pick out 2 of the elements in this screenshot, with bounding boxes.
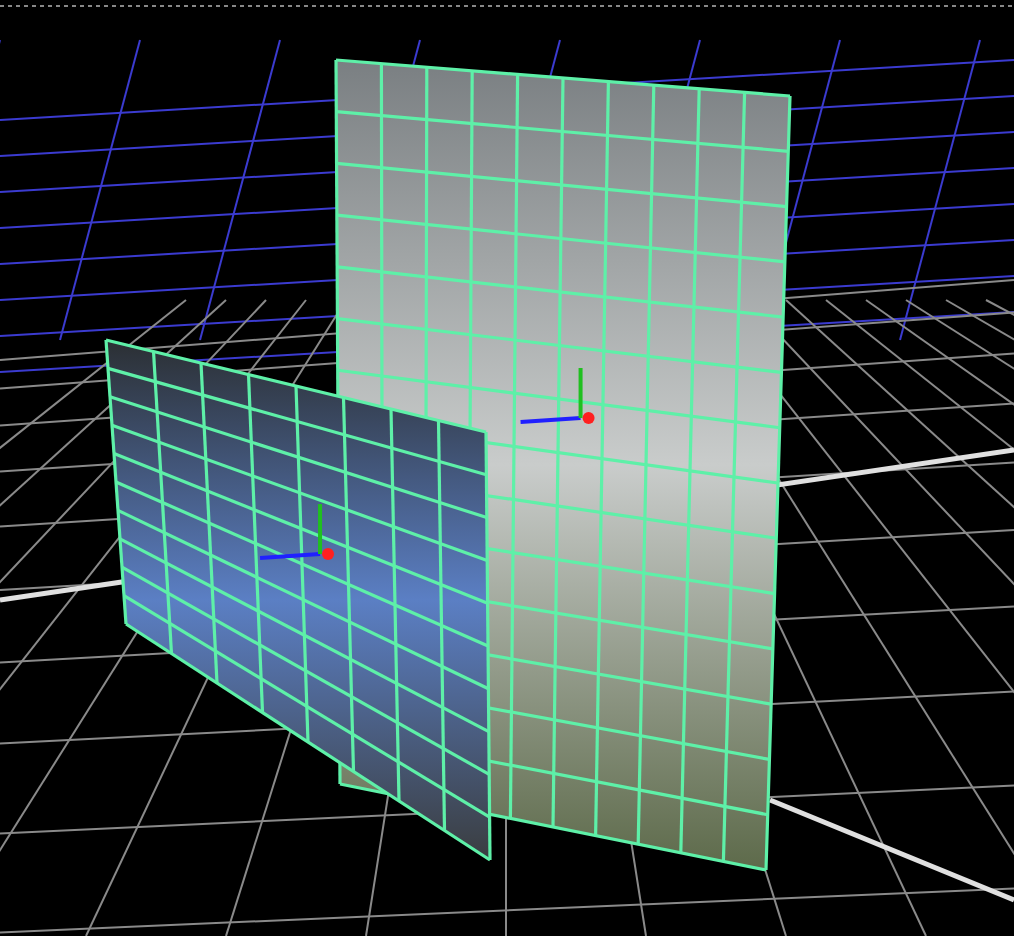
transform-gizmo-icon[interactable] (259, 504, 335, 561)
transform-gizmo-icon[interactable] (520, 368, 595, 424)
